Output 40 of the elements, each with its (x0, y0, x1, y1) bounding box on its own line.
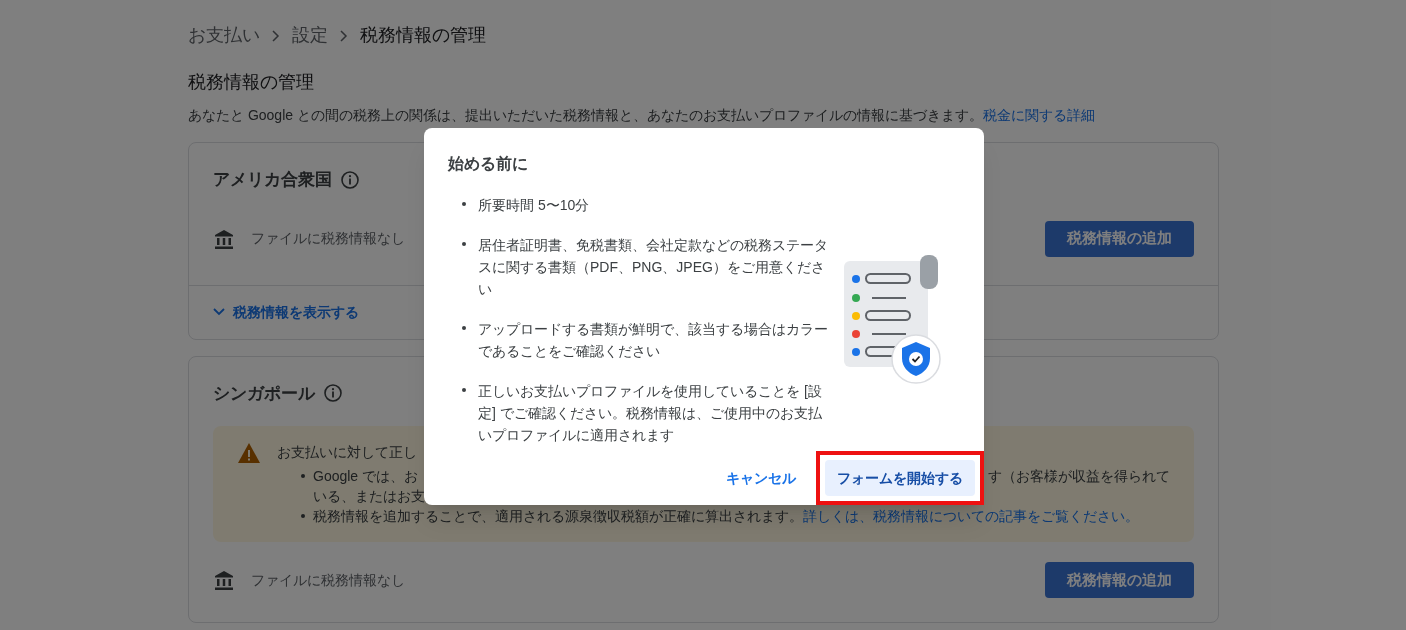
bullet-icon (462, 326, 466, 330)
expand-link[interactable]: 税務情報を表示する (213, 301, 359, 323)
bullet-icon (301, 514, 305, 518)
page-title: 税務情報の管理 (188, 71, 315, 94)
warning-text: いる、またはお支 (313, 487, 425, 506)
breadcrumb-item[interactable]: 税務情報の管理 (360, 22, 486, 49)
info-icon[interactable] (340, 169, 360, 190)
start-form-button[interactable]: フォームを開始する (825, 460, 975, 496)
info-icon[interactable] (323, 383, 343, 404)
bank-icon (213, 227, 235, 250)
breadcrumb-item[interactable]: 設定 (292, 22, 328, 49)
bullet-icon (301, 474, 305, 478)
dialog-bullet-text: アップロードする書類が鮮明で、該当する場合はカラーであることをご確認ください (478, 320, 829, 361)
warning-text: す（お客様が収益を得られて (988, 467, 1170, 486)
bullet-icon (462, 242, 466, 246)
dialog-bullet-text: 居住者証明書、免税書類、会社定款などの税務ステータスに関する書類（PDF、PNG、JPEG）をご用意ください (478, 236, 829, 299)
bank-icon (213, 569, 235, 591)
cancel-button[interactable]: キャンセル (714, 460, 808, 496)
chevron-down-icon (213, 308, 225, 316)
chevron-right-icon (340, 29, 348, 42)
dialog-title: 始める前に (446, 154, 529, 174)
country-title: アメリカ合衆国 (213, 169, 332, 191)
dialog-bullet-text: 所要時間 5〜10分 (478, 196, 590, 215)
warning-icon (237, 442, 261, 464)
status-text: ファイルに税務情報なし (251, 570, 405, 590)
bullet-icon (462, 202, 466, 206)
tax-details-link[interactable]: 税金に関する詳細 (982, 107, 1095, 123)
dialog-bullet-text: 正しいお支払いプロファイルを使用していることを [設定] でご確認ください。税務情報は、ご使用中のお支払いプロファイルに適用されます (478, 382, 823, 445)
breadcrumb-item[interactable]: お支払い (188, 22, 260, 49)
bullet-icon (462, 388, 466, 392)
page-description: あなたと Google との間の税務上の関係は、提出いただいた税務情報と、あなたのお支払いプロファイルの情報に基づきます。税金に関する詳細 (188, 106, 1096, 124)
article-link[interactable]: 詳しくは、税務情報についての記事をご覧ください。 (803, 508, 1139, 524)
country-title: シンガポール (213, 382, 315, 405)
warning-text: 税務情報を追加することで、適用される源泉徴収税額が正確に算出されます。詳しくは、税務情報についての記事をご覧ください。 (313, 507, 1139, 526)
add-tax-info-button[interactable]: 税務情報の追加 (1045, 562, 1194, 598)
add-tax-info-button[interactable]: 税務情報の追加 (1045, 220, 1194, 257)
status-text: ファイルに税務情報なし (251, 229, 405, 248)
warning-text: Google では、お (313, 467, 420, 486)
warning-title: お支払いに対して正し (277, 443, 417, 462)
chevron-right-icon (272, 29, 280, 42)
